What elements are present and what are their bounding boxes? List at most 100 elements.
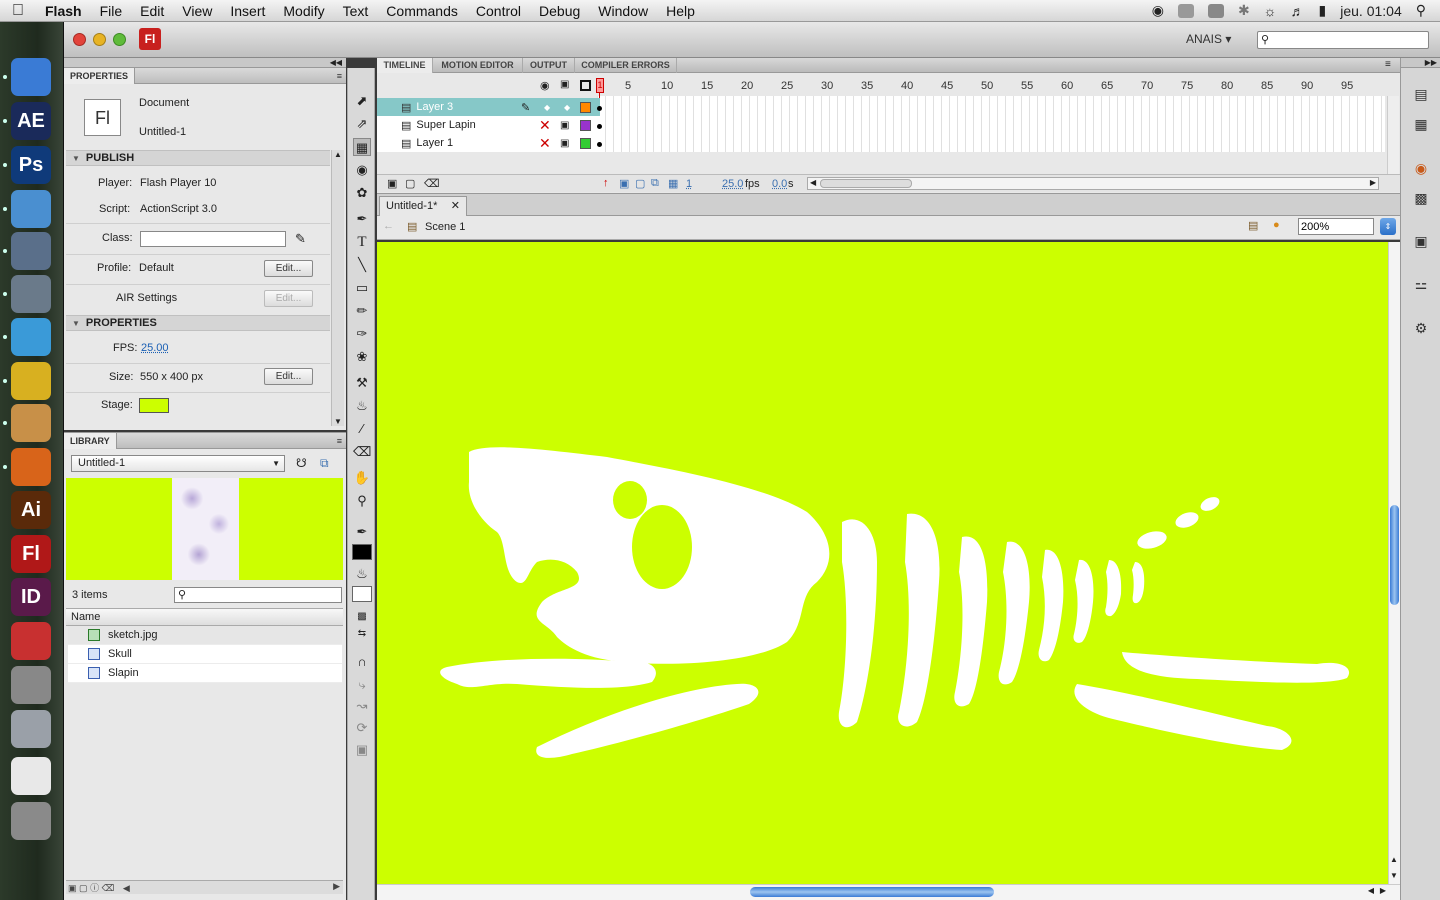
menu-edit[interactable]: Edit: [131, 3, 173, 19]
library-tab[interactable]: LIBRARY: [64, 432, 117, 449]
finder-icon[interactable]: [11, 58, 51, 96]
menu-control[interactable]: Control: [467, 3, 530, 19]
hand-tool-icon[interactable]: ✋: [353, 469, 371, 487]
scroll-up-icon[interactable]: ▲: [332, 150, 344, 159]
lasso-tool-icon[interactable]: ✿: [353, 184, 371, 202]
edit-multiple-icon[interactable]: ⧉: [651, 177, 659, 190]
trash-icon[interactable]: [11, 802, 51, 840]
menu-file[interactable]: File: [91, 3, 132, 19]
panel-menu-icon[interactable]: ≡: [337, 436, 342, 446]
preview-icon[interactable]: [11, 232, 51, 270]
document-icon[interactable]: [11, 757, 51, 795]
line-tool-icon[interactable]: ╲: [353, 256, 371, 274]
library-name-header[interactable]: Name: [66, 608, 343, 626]
spotlight-icon[interactable]: ⚲: [1416, 2, 1426, 19]
layer-color-swatch[interactable]: [580, 119, 591, 131]
after-effects-icon[interactable]: AE: [11, 102, 51, 140]
zoom-input[interactable]: [1298, 218, 1374, 235]
clock[interactable]: jeu. 01:04: [1340, 3, 1402, 19]
scroll-up-icon[interactable]: ▲: [1390, 855, 1398, 864]
fps-readout[interactable]: 25.0: [722, 178, 743, 190]
scale-icon[interactable]: ▣: [353, 741, 371, 759]
acrobat-icon[interactable]: [11, 622, 51, 660]
close-button[interactable]: [73, 33, 86, 46]
layer-row[interactable]: ▤ Layer 1 ✕ ▣: [377, 134, 600, 152]
new-library-panel-icon[interactable]: ⧉: [320, 456, 329, 471]
scroll-thumb[interactable]: [820, 179, 912, 188]
new-symbol-icon[interactable]: ▣: [68, 883, 77, 893]
components-panel-icon[interactable]: ⚍: [1411, 276, 1431, 296]
keyframe-dot[interactable]: [597, 106, 602, 111]
library-document-select[interactable]: Untitled-1 ▼: [71, 455, 285, 472]
minimize-button[interactable]: [93, 33, 106, 46]
stroke-color-swatch[interactable]: [352, 544, 372, 560]
properties-scrollbar[interactable]: ▲ ▼: [331, 150, 344, 426]
subselection-tool-icon[interactable]: ⇗: [353, 115, 371, 133]
script-icon[interactable]: [11, 666, 51, 704]
onion-outline-icon[interactable]: ▢: [635, 177, 645, 190]
menu-insert[interactable]: Insert: [221, 3, 274, 19]
menu-window[interactable]: Window: [589, 3, 657, 19]
library-item[interactable]: Slapin: [68, 664, 342, 683]
iphoto-icon[interactable]: [11, 275, 51, 313]
class-input[interactable]: [140, 231, 286, 247]
timeline-vscroll[interactable]: [1387, 96, 1399, 174]
tab-timeline[interactable]: TIMELINE: [377, 58, 433, 73]
scroll-right-icon[interactable]: ▶: [1380, 886, 1386, 895]
scroll-right-icon[interactable]: ▶: [333, 881, 340, 892]
panel-collapse-bar[interactable]: ◀◀: [64, 58, 346, 68]
lock-icon[interactable]: ▣: [560, 138, 569, 149]
black-white-icon[interactable]: ▩: [353, 608, 371, 626]
pin-library-icon[interactable]: ☋: [296, 456, 307, 470]
spaces-icon[interactable]: [1177, 3, 1194, 18]
frame-grid[interactable]: [597, 96, 1385, 152]
delete-layer-icon[interactable]: ⌫: [424, 177, 440, 190]
keyframe-dot[interactable]: [597, 124, 602, 129]
swap-colors-icon[interactable]: ⇆: [353, 625, 371, 643]
volume-icon[interactable]: ♬: [1291, 3, 1305, 19]
scroll-left-icon[interactable]: ◀: [1368, 886, 1374, 895]
stage-hscroll[interactable]: ◀ ▶: [377, 884, 1400, 900]
app-menu[interactable]: Flash: [36, 3, 91, 19]
tab-motion-editor[interactable]: MOTION EDITOR: [433, 58, 523, 73]
help-search-input[interactable]: ⚲: [1257, 31, 1429, 49]
scene-name[interactable]: Scene 1: [425, 221, 465, 233]
document-tab[interactable]: Untitled-1* ✕: [379, 196, 467, 216]
zoom-button[interactable]: [113, 33, 126, 46]
lock-icon[interactable]: ▣: [560, 79, 569, 90]
deco-tool-icon[interactable]: ❀: [353, 348, 371, 366]
menu-commands[interactable]: Commands: [377, 3, 467, 19]
adium-icon[interactable]: [11, 362, 51, 400]
new-folder-icon[interactable]: ▢: [79, 883, 88, 893]
transform-panel-icon[interactable]: ▦: [1411, 116, 1431, 136]
virtualbox-icon[interactable]: [11, 190, 51, 228]
layer-color-swatch[interactable]: [580, 137, 591, 149]
snap-to-objects-icon[interactable]: ∩: [353, 653, 371, 671]
align-panel-icon[interactable]: ▤: [1411, 86, 1431, 106]
layer-row[interactable]: ▤ Super Lapin ✕ ▣: [377, 116, 600, 134]
free-transform-tool-icon[interactable]: ▦: [353, 138, 371, 156]
fps-value[interactable]: 25.00: [141, 342, 169, 354]
timeline-hscroll[interactable]: ◀ ▶: [807, 177, 1379, 190]
edit-symbols-icon[interactable]: ●: [1273, 219, 1280, 231]
profile-edit-button[interactable]: Edit...: [264, 260, 313, 277]
rotate-skew-icon[interactable]: ⟳: [353, 719, 371, 737]
straighten-icon[interactable]: ↝: [353, 697, 371, 715]
fill-color-swatch[interactable]: [352, 586, 372, 602]
battery-icon[interactable]: ▮: [1319, 2, 1327, 19]
rectangle-tool-icon[interactable]: ▭: [353, 279, 371, 297]
fill-color-icon[interactable]: ♨: [353, 565, 371, 583]
properties-icon[interactable]: ⓘ: [90, 883, 99, 893]
firefox-icon[interactable]: [11, 448, 51, 486]
menu-text[interactable]: Text: [334, 3, 378, 19]
brush-tool-icon[interactable]: ✑: [353, 325, 371, 343]
onion-skin-icon[interactable]: ▣: [619, 177, 629, 190]
selection-tool-icon[interactable]: ⬈: [353, 92, 371, 110]
scroll-right-icon[interactable]: ▶: [1370, 178, 1376, 187]
delete-icon[interactable]: ⌫: [102, 883, 115, 893]
photoshop-icon[interactable]: Ps: [11, 146, 51, 184]
bin-icon[interactable]: [11, 710, 51, 748]
text-tool-icon[interactable]: T: [353, 233, 371, 251]
air-edit-button[interactable]: Edit...: [264, 290, 313, 307]
playhead[interactable]: 1: [596, 78, 604, 93]
